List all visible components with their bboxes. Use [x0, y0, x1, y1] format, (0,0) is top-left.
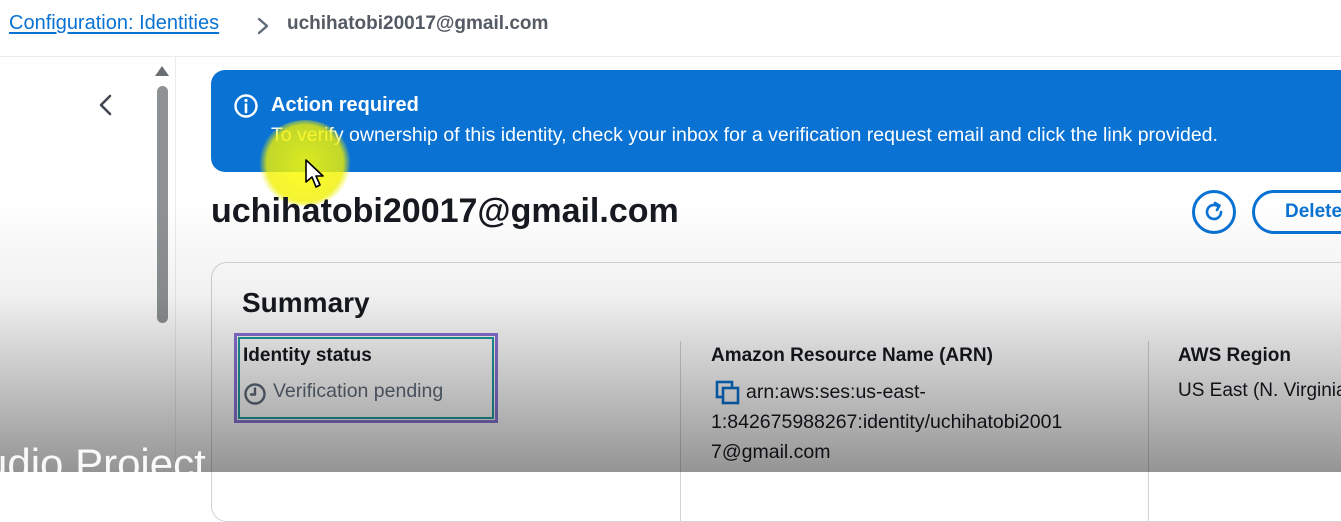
breadcrumb: Configuration: Identities uchihatobi2001…	[0, 0, 1341, 57]
breadcrumb-link-identities[interactable]: Configuration: Identities	[9, 12, 219, 35]
aws-region-label: AWS Region	[1178, 345, 1291, 366]
summary-card: Summary Identity status Verification pen…	[211, 262, 1341, 522]
chevron-right-icon	[257, 17, 269, 35]
clock-icon	[244, 383, 266, 405]
identity-status-value: Verification pending	[273, 380, 444, 402]
refresh-button[interactable]	[1192, 190, 1236, 234]
arn-value-line-2: 1:842675988267:identity/uchihatobi2001	[711, 411, 1063, 433]
arn-label: Amazon Resource Name (ARN)	[711, 345, 993, 366]
copy-icon[interactable]	[714, 379, 742, 407]
refresh-icon	[1205, 201, 1223, 221]
identity-status-label: Identity status	[243, 345, 372, 366]
arn-value-line-3: 7@gmail.com	[711, 441, 831, 463]
side-navigation	[0, 57, 176, 472]
breadcrumb-current: uchihatobi20017@gmail.com	[287, 13, 549, 34]
info-icon	[234, 94, 258, 118]
chevron-left-icon[interactable]	[93, 90, 119, 120]
column-divider	[1148, 341, 1149, 521]
alert-message: To verify ownership of this identity, ch…	[271, 124, 1218, 146]
page-title: uchihatobi20017@gmail.com	[211, 192, 679, 230]
aws-region-value: US East (N. Virginia)	[1178, 380, 1341, 401]
scroll-up-arrow-icon[interactable]	[155, 66, 169, 76]
action-required-alert: Action required To verify ownership of t…	[211, 70, 1341, 172]
arn-value-line-1: arn:aws:ses:us-east-	[746, 381, 926, 403]
scrollbar-thumb[interactable]	[157, 86, 168, 323]
delete-button[interactable]: Delete	[1252, 190, 1341, 234]
summary-title: Summary	[242, 287, 370, 318]
alert-title: Action required	[271, 94, 419, 116]
mouse-pointer-icon	[305, 159, 324, 188]
column-divider	[680, 341, 681, 521]
